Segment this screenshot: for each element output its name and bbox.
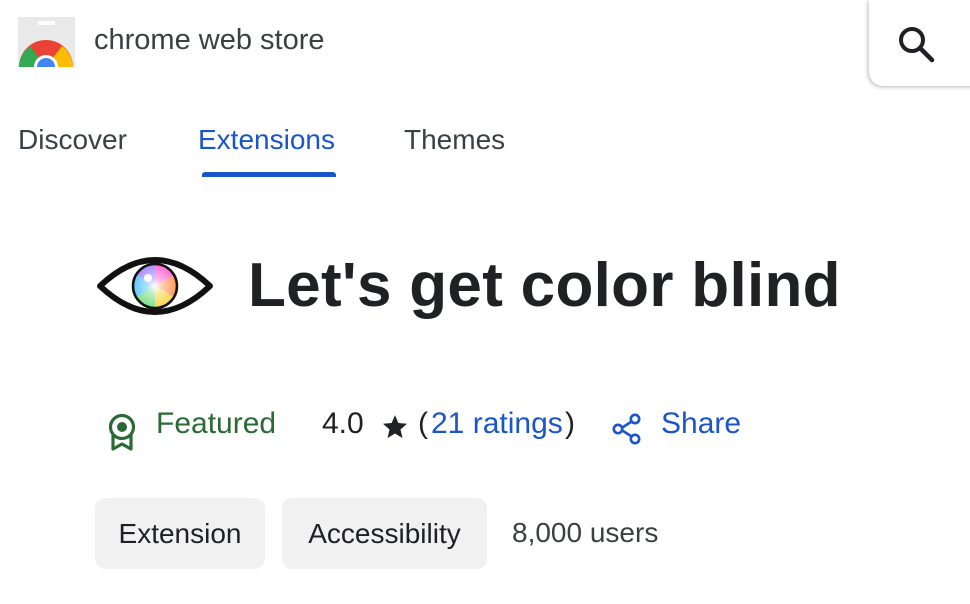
- search-icon: [899, 27, 935, 63]
- search-button[interactable]: [869, 0, 970, 86]
- tab-extensions[interactable]: Extensions: [198, 124, 335, 156]
- ratings-link[interactable]: 21 ratings: [431, 407, 563, 441]
- share-button[interactable]: Share: [661, 407, 741, 441]
- active-tab-indicator: [202, 172, 336, 177]
- share-icon[interactable]: [612, 413, 642, 445]
- eye-icon: [96, 248, 214, 324]
- user-count: 8,000 users: [512, 517, 659, 548]
- open-paren: (: [418, 407, 428, 440]
- star-icon: [382, 415, 408, 438]
- tab-discover[interactable]: Discover: [18, 124, 127, 156]
- chrome-web-store-logo[interactable]: [18, 17, 75, 79]
- tab-themes[interactable]: Themes: [404, 124, 505, 156]
- store-name[interactable]: chrome web store: [94, 24, 325, 57]
- featured-badge-icon: [108, 413, 136, 451]
- extension-title: Let's get color blind: [248, 251, 841, 320]
- chip-accessibility[interactable]: Accessibility: [282, 498, 487, 569]
- featured-label: Featured: [156, 407, 277, 440]
- close-paren: ): [565, 407, 575, 440]
- chip-extension[interactable]: Extension: [95, 498, 265, 569]
- extension-meta-row: Featured 4.0 ( 21 ratings ) Share: [0, 405, 970, 451]
- rating-value: 4.0: [322, 407, 364, 440]
